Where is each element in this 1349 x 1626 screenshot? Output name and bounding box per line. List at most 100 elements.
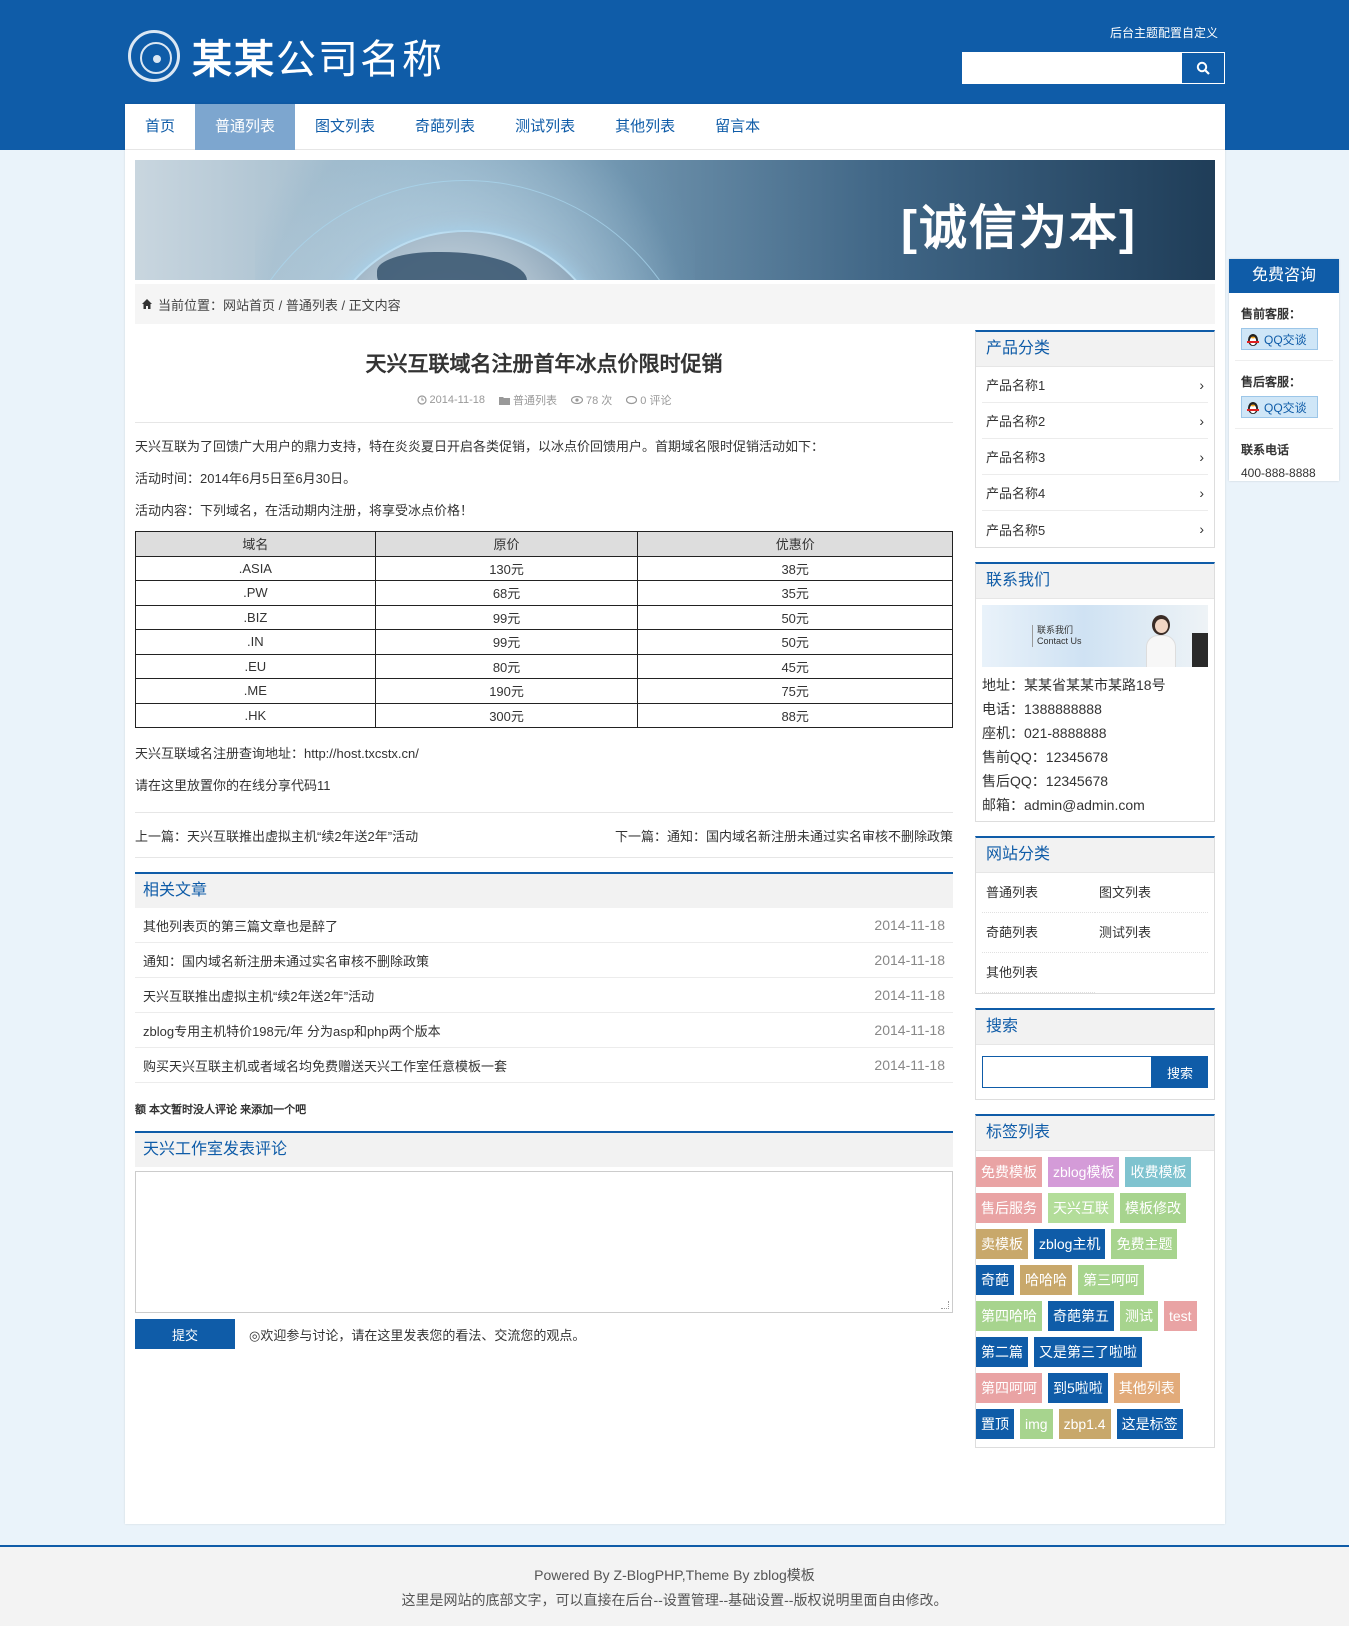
- logo-globe-icon: [128, 30, 180, 82]
- tag-item[interactable]: 置顶: [976, 1409, 1014, 1439]
- comment-textarea[interactable]: [136, 1172, 952, 1312]
- related-item: 天兴互联推出虚拟主机“续2年送2年”活动 2014-11-18: [135, 978, 953, 1013]
- site-category-item[interactable]: 奇葩列表: [982, 913, 1095, 953]
- product-item[interactable]: 产品名称4 ›: [982, 475, 1208, 511]
- table-row: .ME 190元 75元: [135, 678, 953, 704]
- table-row: .IN 99元 50元: [135, 629, 953, 655]
- related-item-title[interactable]: 通知：国内域名新注册未通过实名审核不删除政策: [143, 951, 429, 970]
- header-search-input[interactable]: [963, 53, 1182, 83]
- header-search-button[interactable]: [1182, 53, 1224, 83]
- tag-item[interactable]: 测试: [1120, 1301, 1158, 1331]
- tag-item[interactable]: 到5啦啦: [1048, 1373, 1108, 1403]
- meta-category[interactable]: 普通列表: [513, 392, 557, 408]
- theme-config-link[interactable]: 后台主题配置自定义: [1110, 24, 1218, 41]
- product-item[interactable]: 产品名称2 ›: [982, 403, 1208, 439]
- nav-item[interactable]: 图文列表: [295, 104, 395, 150]
- table-cell: 35元: [637, 580, 953, 606]
- tag-item[interactable]: 模板修改: [1120, 1193, 1186, 1223]
- site-category-item[interactable]: 其他列表: [982, 953, 1095, 993]
- presale-qq-button[interactable]: QQ交谈: [1241, 328, 1318, 350]
- article-meta: 2014-11-18 普通列表 78 次 0 评论: [135, 392, 953, 408]
- aftersale-qq-button[interactable]: QQ交谈: [1241, 396, 1318, 418]
- tag-item[interactable]: zblog主机: [1034, 1229, 1106, 1259]
- chevron-right-icon: ›: [1199, 484, 1204, 501]
- nav-item[interactable]: 奇葩列表: [395, 104, 495, 150]
- tag-item[interactable]: 又是第三了啦啦: [1034, 1337, 1142, 1367]
- related-item: 通知：国内域名新注册未通过实名审核不删除政策 2014-11-18: [135, 943, 953, 978]
- tag-item[interactable]: 售后服务: [976, 1193, 1042, 1223]
- footer-powered-by[interactable]: Powered By Z-BlogPHP,Theme By zblog模板: [0, 1563, 1349, 1588]
- related-item-title[interactable]: 购买天兴互联主机或者域名均免费赠送天兴工作室任意模板一套: [143, 1056, 507, 1075]
- tag-item[interactable]: 第二篇: [976, 1337, 1028, 1367]
- tag-item[interactable]: 哈哈哈: [1020, 1265, 1072, 1295]
- nav-item[interactable]: 首页: [125, 104, 195, 150]
- next-article-link[interactable]: 下一篇：通知：国内域名新注册未通过实名审核不删除政策: [615, 826, 953, 845]
- related-item-date: 2014-11-18: [874, 987, 945, 1003]
- tag-item[interactable]: 奇葩: [976, 1265, 1014, 1295]
- submit-button[interactable]: 提交: [135, 1319, 235, 1349]
- price-table: 域名 原价 优惠价 .ASIA 130元 38元 .PW 68元 35元 .BIZ 99元 50元.…: [135, 531, 953, 728]
- nav-item[interactable]: 其他列表: [595, 104, 695, 150]
- site-logo[interactable]: 某某公司名称: [128, 28, 444, 84]
- tag-item[interactable]: 收费模板: [1125, 1157, 1192, 1187]
- product-list: 产品名称1 › 产品名称2 › 产品名称3 › 产品名称4 › 产品名称5 ›: [976, 367, 1214, 547]
- tag-item[interactable]: 第三呵呵: [1078, 1265, 1144, 1295]
- resize-grip-icon[interactable]: [941, 1301, 949, 1309]
- meta-views: 78 次: [585, 395, 613, 407]
- consult-float-panel: 免费咨询 售前客服： QQ交谈 售后客服： QQ交谈 联系电话 400-888-…: [1229, 259, 1339, 481]
- widget-title: 产品分类: [976, 332, 1214, 367]
- nav-item[interactable]: 普通列表: [195, 104, 296, 150]
- product-item[interactable]: 产品名称3 ›: [982, 439, 1208, 475]
- tag-item[interactable]: 第四哈哈: [976, 1301, 1042, 1331]
- related-item-title[interactable]: 其他列表页的第三篇文章也是醉了: [143, 916, 338, 935]
- banner-slogan: [诚信为本]: [901, 202, 1137, 255]
- comment-form-heading: 天兴工作室发表评论: [135, 1131, 953, 1167]
- product-item-label: 产品名称1: [986, 378, 1046, 393]
- related-item-title[interactable]: 天兴互联推出虚拟主机“续2年送2年”活动: [143, 986, 374, 1005]
- sidebar-search: 搜索: [976, 1056, 1214, 1088]
- tag-item[interactable]: zbp1.4: [1058, 1409, 1111, 1439]
- article: 天兴互联域名注册首年冰点价限时促销 2014-11-18 普通列表 78 次 0…: [135, 332, 953, 1349]
- product-item[interactable]: 产品名称1 ›: [982, 367, 1208, 403]
- contact-line: 售前QQ：12345678: [982, 749, 1109, 765]
- table-cell: 45元: [637, 653, 953, 679]
- nav-item[interactable]: 留言本: [695, 104, 780, 150]
- qq-penguin-icon: [1247, 402, 1259, 414]
- sidebar-search-button[interactable]: 搜索: [1152, 1056, 1208, 1088]
- table-row: .ASIA 130元 38元: [135, 555, 953, 581]
- prev-article-link[interactable]: 上一篇：天兴互联推出虚拟主机“续2年送2年”活动: [135, 826, 418, 845]
- site-category-item[interactable]: 图文列表: [1095, 873, 1208, 913]
- tag-widget: 标签列表 免费模板 zblog模板 收费模板 售后服务 天兴互联 模板修改 卖模板 zblog…: [975, 1114, 1215, 1448]
- related-item-title[interactable]: zblog专用主机特价198元/年 分为asp和php两个版本: [143, 1021, 441, 1040]
- tag-item[interactable]: img: [1020, 1409, 1053, 1439]
- site-category-item[interactable]: 测试列表: [1095, 913, 1208, 953]
- tag-item[interactable]: 奇葩第五: [1048, 1301, 1114, 1331]
- tag-item[interactable]: 免费模板: [976, 1157, 1042, 1187]
- tag-item[interactable]: 其他列表: [1113, 1373, 1180, 1403]
- sidebar-search-input[interactable]: [982, 1056, 1152, 1088]
- breadcrumb-text[interactable]: 当前位置：网站首页 / 普通列表 / 正文内容: [158, 295, 401, 314]
- tag-item[interactable]: 天兴互联: [1048, 1193, 1114, 1223]
- divider: [1235, 428, 1333, 429]
- table-cell: 75元: [637, 678, 953, 704]
- main-panel: 首页 普通列表 图文列表 奇葩列表 测试列表 其他列表 留言本 [诚信为本] 当前位置：网站…: [125, 104, 1225, 1524]
- table-cell: .HK: [135, 702, 376, 728]
- table-row: .HK 300元 88元: [135, 702, 953, 728]
- phone-number: 400-888-8888: [1241, 466, 1316, 480]
- article-paragraph: 天兴互联为了回馈广大用户的鼎力支持，特在炎炎夏日开启各类促销，以冰点价回馈用户。…: [135, 439, 825, 454]
- tag-list: 免费模板 zblog模板 收费模板售后服务 天兴互联 模板修改卖模板 zblog主机 免费主…: [976, 1151, 1214, 1447]
- nav-item[interactable]: 测试列表: [495, 104, 595, 150]
- chevron-right-icon: ›: [1199, 412, 1204, 429]
- tag-item[interactable]: 免费主题: [1111, 1229, 1178, 1259]
- prev-next-nav: 上一篇：天兴互联推出虚拟主机“续2年送2年”活动 下一篇：通知：国内域名新注册未…: [135, 812, 953, 858]
- table-row: .PW 68元 35元: [135, 580, 953, 606]
- article-body: 天兴互联为了回馈广大用户的鼎力支持，特在炎炎夏日开启各类促销，以冰点价回馈用户。…: [135, 431, 953, 802]
- meta-comments[interactable]: 0 评论: [640, 392, 671, 408]
- tag-item[interactable]: test: [1164, 1301, 1197, 1331]
- tag-item[interactable]: zblog模板: [1048, 1157, 1120, 1187]
- site-category-item[interactable]: 普通列表: [982, 873, 1095, 913]
- product-item[interactable]: 产品名称5 ›: [982, 511, 1208, 547]
- tag-item[interactable]: 第四呵呵: [976, 1373, 1042, 1403]
- tag-item[interactable]: 卖模板: [976, 1229, 1028, 1259]
- tag-item[interactable]: 这是标签: [1116, 1409, 1183, 1439]
